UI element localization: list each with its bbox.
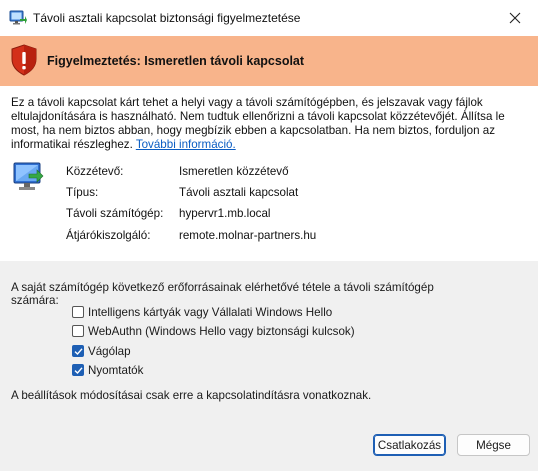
warning-shield-icon — [11, 44, 37, 76]
cancel-button[interactable]: Mégse — [457, 434, 530, 456]
smart-card-checkbox[interactable] — [72, 306, 84, 318]
settings-note: A beállítások módosításai csak erre a ka… — [11, 389, 372, 402]
warning-description: Ez a távoli kapcsolat kárt tehet a helyi… — [11, 96, 526, 152]
publisher-value: Ismeretlen közzétevő — [179, 165, 289, 178]
checkmark-icon — [74, 366, 83, 374]
connect-button[interactable]: Csatlakozás — [373, 434, 446, 456]
warning-banner: Figyelmeztetés: Ismeretlen távoli kapcso… — [0, 36, 538, 86]
gateway-label: Átjárókiszolgáló: — [66, 229, 151, 242]
webauthn-checkbox[interactable] — [72, 325, 84, 337]
smart-card-label: Intelligens kártyák vagy Vállalati Windo… — [88, 305, 333, 319]
webauthn-option[interactable]: WebAuthn (Windows Hello vagy biztonsági … — [72, 323, 355, 339]
remote-desktop-icon — [9, 10, 27, 25]
type-label: Típus: — [66, 186, 99, 199]
title-bar: Távoli asztali kapcsolat biztonsági figy… — [0, 0, 538, 36]
resources-panel: A saját számítógép következő erőforrásai… — [0, 261, 538, 471]
publisher-label: Közzétevő: — [66, 165, 124, 178]
clipboard-checkbox[interactable] — [72, 345, 84, 357]
details-panel: Ez a távoli kapcsolat kárt tehet a helyi… — [0, 86, 538, 261]
close-icon — [509, 12, 521, 24]
more-info-link[interactable]: További információ. — [136, 138, 236, 151]
clipboard-option[interactable]: Vágólap — [72, 343, 131, 359]
window-title: Távoli asztali kapcsolat biztonsági figy… — [33, 11, 301, 25]
printers-label: Nyomtatók — [88, 363, 144, 377]
close-button[interactable] — [492, 0, 538, 36]
checkmark-icon — [74, 347, 83, 355]
remote-computer-label: Távoli számítógép: — [66, 207, 164, 220]
printers-checkbox[interactable] — [72, 364, 84, 376]
webauthn-label: WebAuthn (Windows Hello vagy biztonsági … — [88, 324, 355, 338]
printers-option[interactable]: Nyomtatók — [72, 362, 143, 378]
gateway-value: remote.molnar-partners.hu — [179, 229, 317, 242]
description-text: Ez a távoli kapcsolat kárt tehet a helyi… — [11, 96, 505, 151]
remote-computer-icon — [13, 162, 44, 190]
warning-heading: Figyelmeztetés: Ismeretlen távoli kapcso… — [47, 54, 305, 68]
type-value: Távoli asztali kapcsolat — [179, 186, 299, 199]
remote-computer-value: hypervr1.mb.local — [179, 207, 271, 220]
clipboard-label: Vágólap — [88, 344, 131, 358]
smart-card-option[interactable]: Intelligens kártyák vagy Vállalati Windo… — [72, 304, 332, 320]
